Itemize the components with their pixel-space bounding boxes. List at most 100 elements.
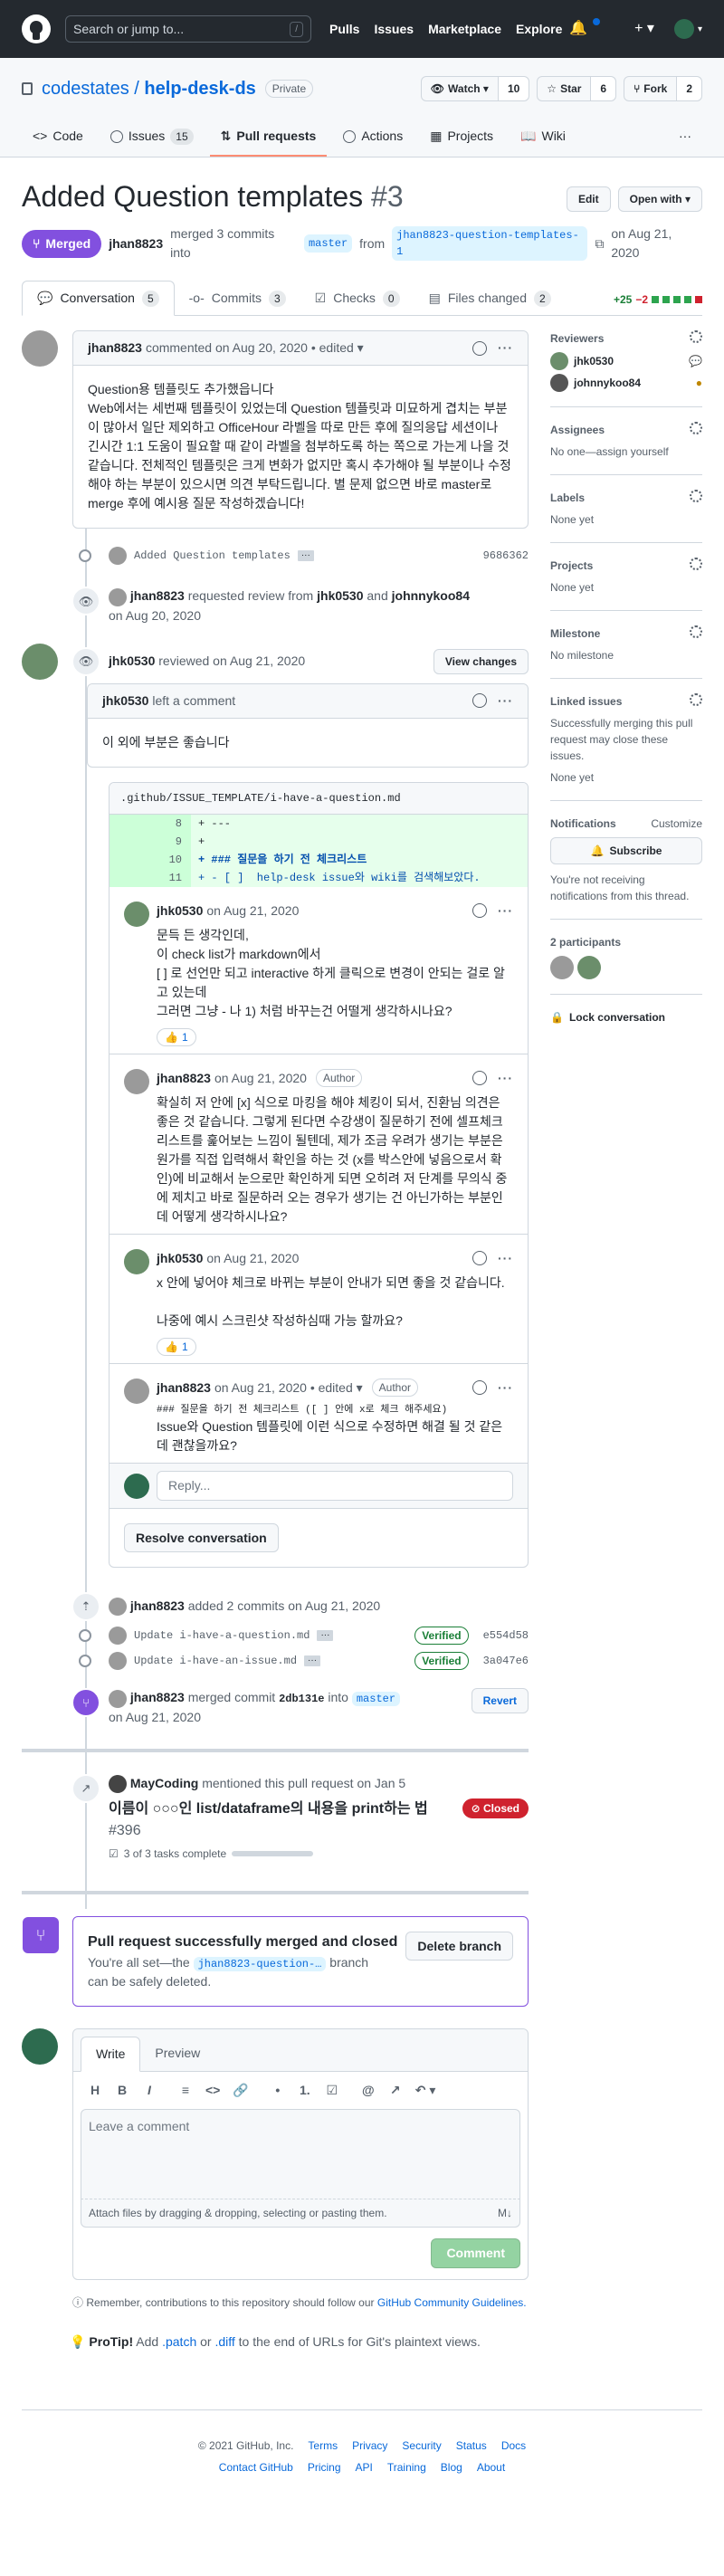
- avatar[interactable]: [109, 1689, 127, 1708]
- head-branch[interactable]: jhan8823-question-templates-1: [392, 226, 588, 262]
- patch-link[interactable]: .patch: [162, 2334, 196, 2349]
- diff-link[interactable]: .diff: [214, 2334, 234, 2349]
- kebab-menu-icon[interactable]: ···: [498, 902, 513, 921]
- event-actor[interactable]: jhan8823: [130, 1690, 185, 1704]
- guidelines-link[interactable]: GitHub Community Guidelines.: [377, 2296, 527, 2309]
- referenced-issue-title[interactable]: 이름이 ○○○인 list/dataframe의 내용을 print하는 법: [109, 1801, 428, 1817]
- kebab-menu-icon[interactable]: ···: [498, 339, 513, 358]
- event-date[interactable]: on Aug 20, 2020: [109, 608, 201, 623]
- line-number[interactable]: 11: [110, 868, 191, 887]
- bold-icon[interactable]: B: [115, 2081, 129, 2100]
- comment-submit-button[interactable]: Comment: [431, 2238, 520, 2269]
- base-branch[interactable]: master: [351, 1692, 401, 1707]
- star-button[interactable]: ☆ Star 6: [537, 76, 617, 101]
- star-count[interactable]: 6: [590, 77, 616, 100]
- footer-link[interactable]: Blog: [441, 2459, 462, 2476]
- smiley-icon[interactable]: [472, 340, 487, 356]
- footer-link[interactable]: Docs: [501, 2438, 526, 2454]
- tab-wiki[interactable]: 📖 Wiki: [510, 119, 576, 157]
- open-with-button[interactable]: Open with ▾: [617, 186, 702, 212]
- tab-conversation[interactable]: 💬 Conversation 5: [22, 281, 175, 317]
- comment-date[interactable]: on Aug 21, 2020: [206, 902, 299, 921]
- avatar[interactable]: [124, 1248, 149, 1274]
- quote-icon[interactable]: ≡: [178, 2081, 193, 2100]
- commit-message[interactable]: Update i-have-a-question.md: [134, 1627, 310, 1644]
- comment-meta[interactable]: commented on Aug 20, 2020 • edited ▾: [146, 339, 364, 358]
- comment-author[interactable]: jhk0530: [157, 902, 203, 921]
- commit-sha[interactable]: 3a047e6: [483, 1653, 529, 1669]
- kebab-menu-icon[interactable]: ···: [498, 1379, 513, 1398]
- smiley-icon[interactable]: [472, 903, 487, 919]
- avatar[interactable]: [124, 1068, 149, 1094]
- bulleted-list-icon[interactable]: •: [271, 2081, 285, 2100]
- line-number[interactable]: 9: [110, 832, 191, 851]
- gear-icon[interactable]: [690, 490, 702, 503]
- reference-icon[interactable]: ↗: [388, 2081, 403, 2100]
- head-branch[interactable]: jhan8823-question-…: [193, 1957, 327, 1972]
- heading-icon[interactable]: H: [88, 2081, 102, 2100]
- footer-link[interactable]: About: [477, 2459, 505, 2476]
- event-actor[interactable]: jhan8823: [130, 588, 185, 603]
- referenced-issue-number[interactable]: #396: [109, 1823, 141, 1838]
- footer-link[interactable]: Training: [387, 2459, 426, 2476]
- repo-name-link[interactable]: help-desk-ds: [144, 79, 255, 99]
- event-actor[interactable]: jhan8823: [130, 1598, 185, 1613]
- avatar[interactable]: [109, 1598, 127, 1617]
- customize-link[interactable]: Customize: [651, 816, 702, 832]
- footer-link[interactable]: Pricing: [308, 2459, 341, 2476]
- reviewer-link[interactable]: johnnykoo84: [392, 588, 470, 603]
- gear-icon[interactable]: [690, 625, 702, 639]
- comment-author[interactable]: jhk0530: [102, 692, 148, 711]
- comment-author[interactable]: jhk0530: [157, 1249, 203, 1268]
- gear-icon[interactable]: [690, 330, 702, 344]
- markdown-icon[interactable]: M↓: [498, 2205, 512, 2221]
- footer-link[interactable]: Security: [402, 2438, 441, 2454]
- commit-sha[interactable]: 9686362: [483, 548, 529, 564]
- copy-icon[interactable]: ⧉: [595, 234, 604, 253]
- task-list-icon[interactable]: ☑: [325, 2081, 339, 2100]
- footer-link[interactable]: API: [356, 2459, 373, 2476]
- edit-title-button[interactable]: Edit: [566, 186, 611, 212]
- link-icon[interactable]: 🔗: [233, 2081, 248, 2100]
- gear-icon[interactable]: [690, 422, 702, 435]
- verified-badge[interactable]: Verified: [414, 1627, 469, 1646]
- kebab-menu-icon[interactable]: ···: [498, 1069, 513, 1088]
- footer-link[interactable]: Terms: [308, 2438, 338, 2454]
- avatar[interactable]: [550, 956, 574, 980]
- event-actor[interactable]: MayCoding: [130, 1776, 198, 1790]
- commit-sha[interactable]: 2db131e: [279, 1693, 324, 1705]
- more-tabs-button[interactable]: ···: [668, 119, 702, 157]
- line-number[interactable]: 8: [110, 814, 191, 833]
- create-new-dropdown[interactable]: + ▾: [634, 18, 654, 40]
- tab-code[interactable]: <> Code: [22, 119, 94, 157]
- kebab-menu-icon[interactable]: ···: [498, 692, 513, 711]
- avatar[interactable]: [109, 547, 127, 566]
- watch-button[interactable]: 👁 Watch ▾ 10: [420, 76, 530, 101]
- lock-conversation-link[interactable]: 🔒 Lock conversation: [550, 1009, 702, 1026]
- reaction-thumbs-up[interactable]: 👍 1: [157, 1337, 196, 1356]
- reaction-thumbs-up[interactable]: 👍 1: [157, 1027, 196, 1046]
- tab-projects[interactable]: ▦ Projects: [419, 119, 504, 157]
- tab-preview[interactable]: Preview: [140, 2037, 214, 2071]
- numbered-list-icon[interactable]: 1.: [298, 2081, 312, 2100]
- commit-message[interactable]: Update i-have-an-issue.md: [134, 1653, 297, 1669]
- attach-files-area[interactable]: Attach files by dragging & dropping, sel…: [81, 2199, 520, 2228]
- event-date[interactable]: on Aug 21, 2020: [109, 1710, 201, 1724]
- search-input[interactable]: Search or jump to... /: [65, 15, 311, 43]
- resolve-conversation-button[interactable]: Resolve conversation: [124, 1523, 279, 1553]
- nav-issues[interactable]: Issues: [374, 20, 414, 39]
- tab-files-changed[interactable]: ▤ Files changed 2: [414, 281, 566, 315]
- reviewer-link[interactable]: jhk0530: [109, 654, 155, 668]
- commit-message[interactable]: Added Question templates: [134, 548, 291, 564]
- smiley-icon[interactable]: [472, 1071, 487, 1086]
- comment-author[interactable]: jhan8823: [88, 339, 142, 358]
- avatar[interactable]: [22, 643, 58, 680]
- avatar[interactable]: [109, 587, 127, 606]
- tab-pull-requests[interactable]: ⇅ Pull requests: [209, 119, 328, 157]
- tab-write[interactable]: Write: [81, 2037, 141, 2073]
- fork-button[interactable]: ⑂ Fork 2: [624, 76, 702, 101]
- comment-author[interactable]: jhan8823: [157, 1379, 211, 1398]
- comment-date[interactable]: on Aug 21, 2020: [206, 1249, 299, 1268]
- avatar[interactable]: [124, 1378, 149, 1404]
- nav-pulls[interactable]: Pulls: [329, 20, 359, 39]
